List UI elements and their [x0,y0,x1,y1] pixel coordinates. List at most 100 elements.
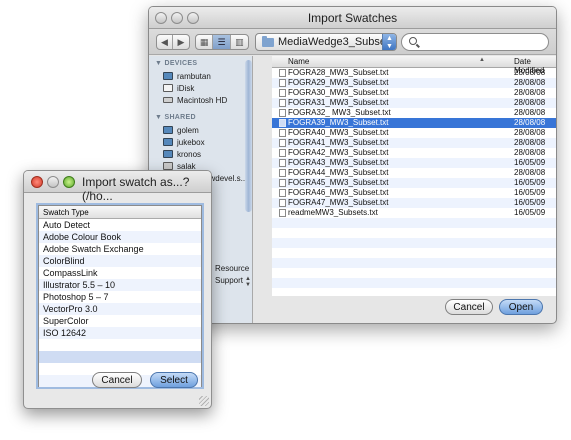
popup-arrows-icon: ▲ ▼ [382,34,396,50]
empty-row [272,218,556,228]
sidebar-item-golem[interactable]: golem [163,124,199,136]
file-row[interactable]: FOGRA42_MW3_Subset.txt 28/08/08 [272,148,556,158]
hard-drive-icon [163,97,173,103]
file-row[interactable]: readmeMW3_Subsets.txt 16/05/09 [272,208,556,218]
file-date: 16/05/09 [514,208,546,217]
file-name: FOGRA29_MW3_Subset.txt [288,78,389,87]
swatch-type-item[interactable]: Adobe Colour Book [39,231,201,243]
swatch-type-header: Swatch Type [39,206,201,219]
dialog-title: Import swatch as...? (/ho... [82,175,190,203]
select-button[interactable]: Select [150,372,198,388]
file-name: FOGRA31_MW3_Subset.txt [288,98,389,107]
file-row[interactable]: FOGRA40_MW3_Subset.txt 28/08/08 [272,128,556,138]
file-date: 28/08/08 [514,68,546,77]
file-row[interactable]: FOGRA45_MW3_Subset.txt 16/05/09 [272,178,556,188]
minimize-dialog-icon[interactable] [47,176,59,188]
sidebar-item-resource[interactable]: Resource [215,262,249,274]
swatch-type-item[interactable]: CompassLink [39,267,201,279]
file-date: 28/08/08 [514,88,546,97]
text-file-icon [279,69,286,77]
file-row[interactable]: FOGRA41_MW3_Subset.txt 28/08/08 [272,138,556,148]
text-file-icon [279,99,286,107]
empty-row [272,238,556,248]
column-name-header[interactable]: Name [288,57,309,66]
file-name: FOGRA41_MW3_Subset.txt [288,138,389,147]
text-file-icon [279,119,286,127]
back-arrow-icon[interactable]: ◀ [157,35,174,49]
cancel-button[interactable]: Cancel [445,299,493,315]
forward-arrow-icon[interactable]: ▶ [173,35,189,49]
close-dialog-icon[interactable] [31,176,43,188]
swatch-type-item[interactable]: VectorPro 3.0 [39,303,201,315]
file-row[interactable]: FOGRA44_MW3_Subset.txt 28/08/08 [272,168,556,178]
dialog-cancel-button[interactable]: Cancel [92,372,142,388]
open-button[interactable]: Open [499,299,543,315]
empty-row [272,258,556,268]
file-name: FOGRA42_MW3_Subset.txt [288,148,389,157]
file-date: 28/08/08 [514,138,546,147]
computer-icon [163,162,173,170]
computer-icon [163,150,173,158]
icon-view-icon[interactable]: ▦ [196,35,214,49]
swatch-type-item[interactable]: Adobe Swatch Exchange [39,243,201,255]
file-name: FOGRA40_MW3_Subset.txt [288,128,389,137]
sidebar-item-kronos[interactable]: kronos [163,148,201,160]
swatch-type-item[interactable]: ColorBlind [39,255,201,267]
text-file-icon [279,189,286,197]
file-row[interactable]: FOGRA43_MW3_Subset.txt 16/05/09 [272,158,556,168]
file-row[interactable]: FOGRA46_MW3_Subset.txt 16/05/09 [272,188,556,198]
empty-row [272,278,556,288]
file-row[interactable]: FOGRA32_ MW3_Subset.txt 28/08/08 [272,108,556,118]
desktop: Import Swatches ◀ ▶ ▦ ☰ ▥ MediaWedge3_Su… [0,0,571,440]
file-name: FOGRA32_ MW3_Subset.txt [288,108,391,117]
scroll-arrows-icon[interactable]: ▲ ▼ [245,276,251,288]
file-rows: FOGRA28_MW3_Subset.txt 28/08/08 FOGRA29_MW… [272,68,556,296]
view-mode-control: ▦ ☰ ▥ [195,34,249,50]
search-field[interactable] [401,33,549,51]
file-row[interactable]: FOGRA31_MW3_Subset.txt 28/08/08 [272,98,556,108]
swatch-type-item[interactable]: ISO 12642 [39,327,201,339]
computer-icon [163,72,173,80]
swatch-type-item[interactable]: Auto Detect [39,219,201,231]
text-file-icon [279,109,286,117]
file-date: 28/08/08 [514,168,546,177]
list-view-icon[interactable]: ☰ [213,35,231,49]
file-name: FOGRA30_MW3_Subset.txt [288,88,389,97]
file-date: 16/05/09 [514,188,546,197]
text-file-icon [279,209,286,217]
empty-row [39,351,201,363]
dialog-titlebar: Import swatch as...? (/ho... [24,171,211,203]
file-date: 16/05/09 [514,198,546,207]
file-row[interactable]: FOGRA29_MW3_Subset.txt 28/08/08 [272,78,556,88]
swatch-type-item[interactable]: SuperColor [39,315,201,327]
file-row[interactable]: FOGRA30_MW3_Subset.txt 28/08/08 [272,88,556,98]
text-file-icon [279,149,286,157]
file-name: FOGRA45_MW3_Subset.txt [288,178,389,187]
empty-row [272,228,556,238]
text-file-icon [279,169,286,177]
swatch-type-item[interactable]: Photoshop 5 – 7 [39,291,201,303]
sidebar-item-rambutan[interactable]: rambutan [163,70,211,82]
folder-popup[interactable]: MediaWedge3_Subsets ▲ ▼ [255,33,397,51]
column-view-icon[interactable]: ▥ [231,35,248,49]
file-row[interactable]: FOGRA47_MW3_Subset.txt 16/05/09 [272,198,556,208]
sidebar-item-jukebox[interactable]: jukebox [163,136,205,148]
file-date: 28/08/08 [514,118,546,127]
window-title: Import Swatches [307,11,398,25]
sidebar-item-macintosh-hd[interactable]: Macintosh HD [163,94,227,106]
file-name: FOGRA46_MW3_Subset.txt [288,188,389,197]
zoom-dialog-icon[interactable] [63,176,75,188]
folder-icon [262,36,274,47]
sidebar-item-idisk[interactable]: iDisk [163,82,194,94]
file-name: FOGRA39_MW3_Subset.txt [288,118,389,127]
resize-grip-icon[interactable] [199,396,209,406]
file-date: 28/08/08 [514,78,546,87]
import-swatch-as-dialog: Import swatch as...? (/ho... Swatch Type… [23,170,212,409]
sidebar-scrollbar[interactable] [245,60,252,212]
sidebar-header-shared: ▼ SHARED [155,114,196,121]
file-list-header: Name ▲ Date Modified [272,56,556,75]
swatch-type-item[interactable]: Illustrator 5.5 – 10 [39,279,201,291]
file-row[interactable]: FOGRA28_MW3_Subset.txt 28/08/08 [272,68,556,78]
file-row[interactable]: FOGRA39_MW3_Subset.txt 28/08/08 [272,118,556,128]
sidebar-item-support[interactable]: Support [215,274,243,286]
